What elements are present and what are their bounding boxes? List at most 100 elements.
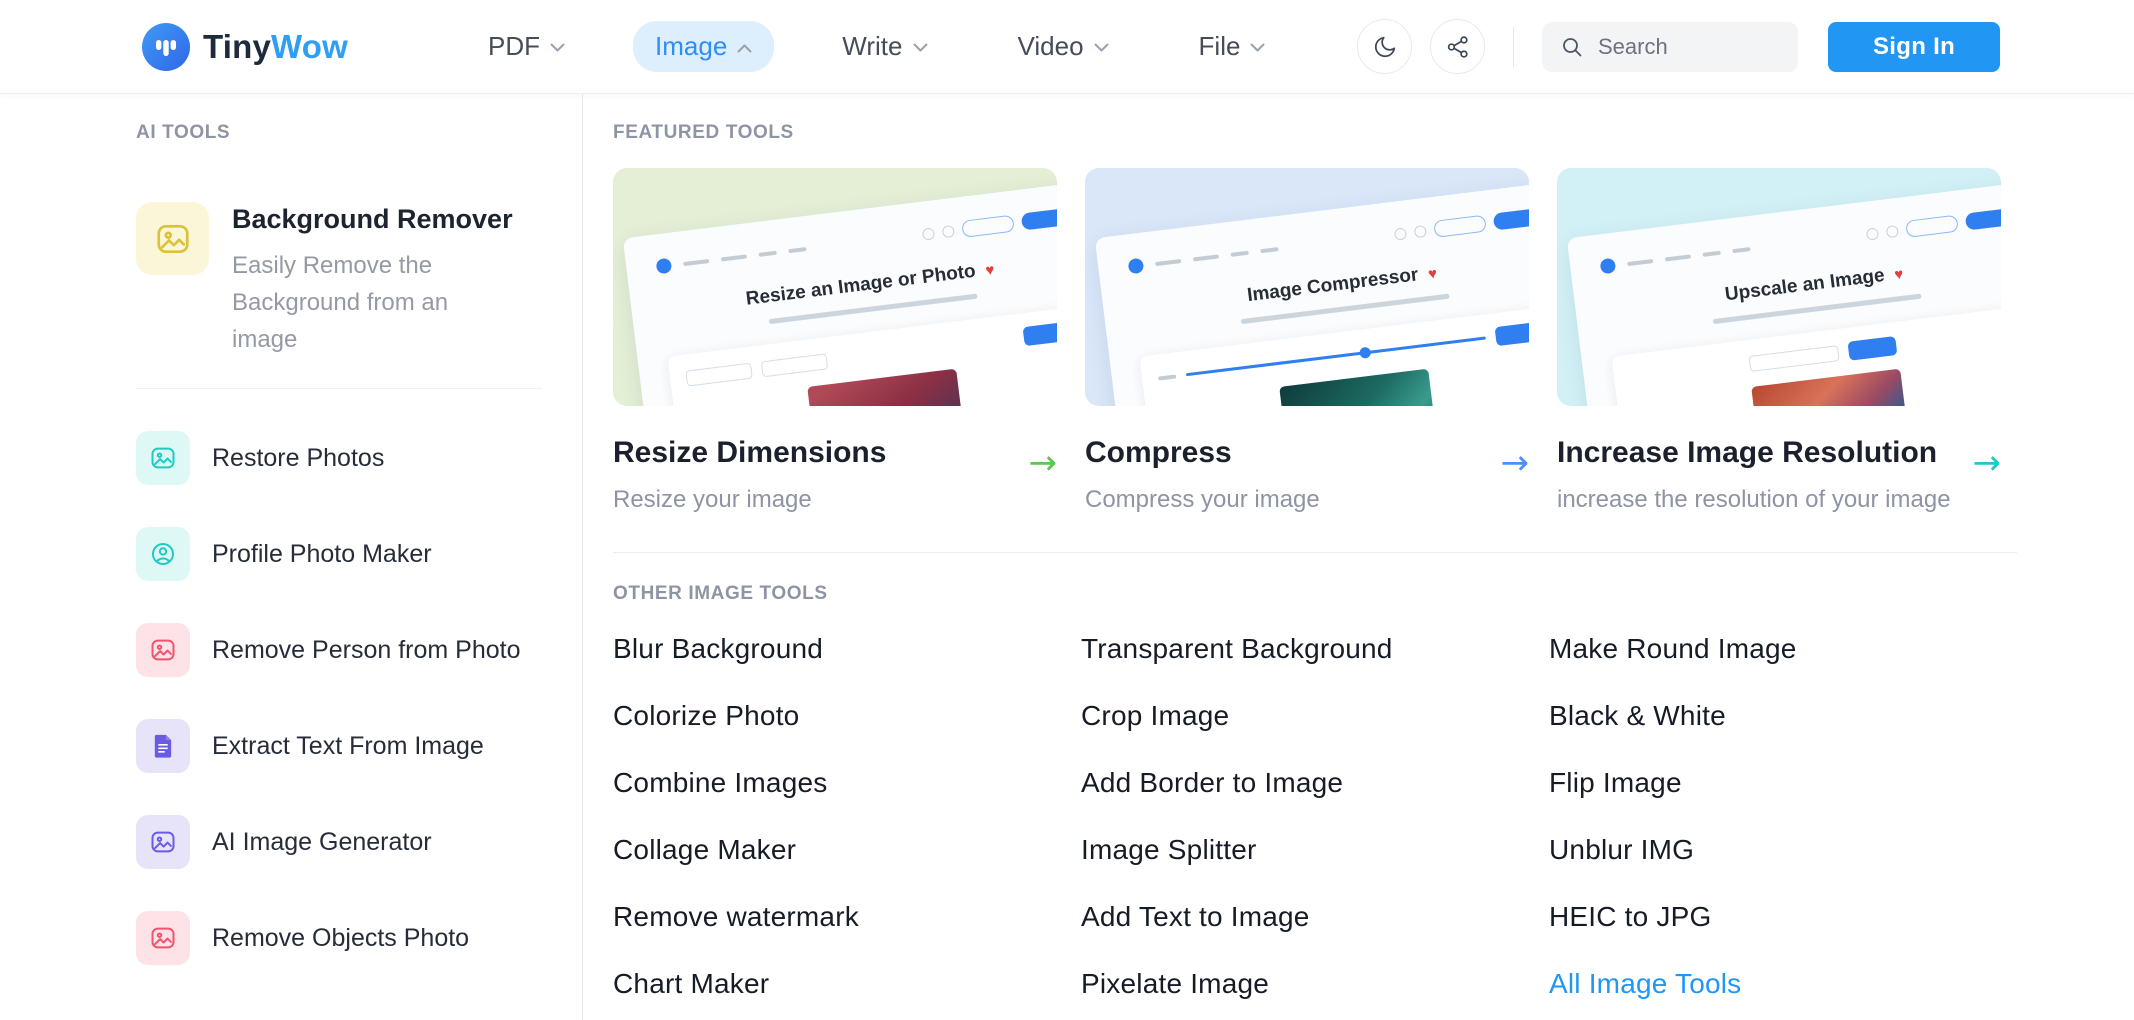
heart-icon: ♥	[1427, 265, 1438, 283]
tool-link-heic-to-jpg[interactable]: HEIC to JPG	[1549, 901, 2017, 968]
sidebar-item-ai-image-generator[interactable]: AI Image Generator	[136, 815, 542, 869]
tinywow-logo-icon	[142, 23, 190, 71]
sidebar-item-restore-photos[interactable]: Restore Photos	[136, 431, 542, 485]
section-divider	[613, 552, 2017, 553]
sidebar-item-remove-objects-photo[interactable]: Remove Objects Photo	[136, 911, 542, 965]
image-icon	[136, 431, 190, 485]
tool-link-add-border-to-image[interactable]: Add Border to Image	[1081, 767, 1549, 834]
top-header: TinyWow PDF Image Write Video File	[0, 0, 2134, 94]
brand-logo-link[interactable]: TinyWow	[142, 23, 348, 71]
chevron-down-icon	[550, 43, 565, 53]
card-description: Resize your image	[613, 486, 886, 514]
header-divider	[1513, 27, 1514, 67]
image-icon	[136, 623, 190, 677]
tinywow-image-menu-page: TinyWow PDF Image Write Video File	[0, 0, 2134, 1020]
sidebar-item-label: Remove Person from Photo	[212, 636, 520, 665]
tool-link-blur-background[interactable]: Blur Background	[613, 633, 1081, 700]
nav-pdf[interactable]: PDF	[466, 21, 587, 72]
nav-image-label: Image	[655, 31, 727, 62]
chevron-up-icon	[737, 43, 752, 53]
tool-link-transparent-background[interactable]: Transparent Background	[1081, 633, 1549, 700]
other-image-tools-title: OTHER IMAGE TOOLS	[613, 583, 2017, 605]
featured-tools-title: FEATURED TOOLS	[613, 122, 2017, 144]
mini-logo-icon	[1128, 258, 1145, 275]
card-title: Increase Image Resolution	[1557, 436, 1951, 470]
compress-tool-thumbnail: Image Compressor♥	[1085, 168, 1529, 406]
header-actions: Sign In	[1357, 19, 2000, 74]
tool-link-chart-maker[interactable]: Chart Maker	[613, 968, 1081, 1020]
image-icon	[136, 911, 190, 965]
featured-card-compress[interactable]: Image Compressor♥	[1085, 168, 1529, 514]
sign-in-button[interactable]: Sign In	[1828, 22, 2000, 72]
tool-link-pixelate-image[interactable]: Pixelate Image	[1081, 968, 1549, 1020]
tool-link-unblur-img[interactable]: Unblur IMG	[1549, 834, 2017, 901]
other-tools-grid: Blur Background Transparent Background M…	[613, 633, 2017, 1020]
arrow-right-icon: →	[1973, 446, 2002, 480]
image-icon	[136, 815, 190, 869]
nav-video[interactable]: Video	[996, 21, 1131, 72]
nav-file-label: File	[1199, 31, 1241, 62]
nav-pdf-label: PDF	[488, 31, 540, 62]
card-title: Resize Dimensions	[613, 436, 886, 470]
document-icon	[136, 719, 190, 773]
primary-nav: PDF Image Write Video File	[466, 21, 1287, 72]
nav-write[interactable]: Write	[820, 21, 949, 72]
sidebar-item-profile-photo-maker[interactable]: Profile Photo Maker	[136, 527, 542, 581]
arrow-right-icon: →	[1029, 446, 1058, 480]
nav-image[interactable]: Image	[633, 21, 774, 72]
sidebar-item-extract-text-from-image[interactable]: Extract Text From Image	[136, 719, 542, 773]
tool-link-all-image-tools[interactable]: All Image Tools	[1549, 968, 2017, 1020]
tool-link-crop-image[interactable]: Crop Image	[1081, 700, 1549, 767]
featured-tool-description: Easily Remove the Background from an ima…	[232, 247, 502, 358]
arrow-right-icon: →	[1501, 446, 1530, 480]
share-icon	[1445, 34, 1471, 60]
tool-link-flip-image[interactable]: Flip Image	[1549, 767, 2017, 834]
share-button[interactable]	[1430, 19, 1485, 74]
tool-link-colorize-photo[interactable]: Colorize Photo	[613, 700, 1081, 767]
card-title: Compress	[1085, 436, 1320, 470]
sidebar-item-label: Restore Photos	[212, 444, 384, 473]
image-tools-panel: FEATURED TOOLS	[583, 94, 2134, 1020]
nav-file[interactable]: File	[1177, 21, 1288, 72]
featured-tool-title: Background Remover	[232, 204, 513, 235]
search-icon	[1560, 35, 1584, 59]
search-box[interactable]	[1542, 22, 1798, 72]
nav-video-label: Video	[1018, 31, 1084, 62]
mini-logo-icon	[656, 258, 673, 275]
tool-link-remove-watermark[interactable]: Remove watermark	[613, 901, 1081, 968]
sidebar-item-label: Extract Text From Image	[212, 732, 484, 761]
search-input[interactable]	[1598, 34, 1758, 60]
theme-toggle-button[interactable]	[1357, 19, 1412, 74]
heart-icon: ♥	[1894, 266, 1905, 284]
sample-image	[1751, 369, 1918, 406]
chevron-down-icon	[913, 43, 928, 53]
sample-image	[1279, 369, 1446, 406]
tool-link-make-round-image[interactable]: Make Round Image	[1549, 633, 2017, 700]
card-description: Compress your image	[1085, 486, 1320, 514]
featured-card-increase-image-resolution[interactable]: Upscale an Image♥	[1557, 168, 2001, 514]
tool-link-collage-maker[interactable]: Collage Maker	[613, 834, 1081, 901]
tool-link-combine-images[interactable]: Combine Images	[613, 767, 1081, 834]
sidebar-item-label: Profile Photo Maker	[212, 540, 432, 569]
ai-tools-sidebar: AI TOOLS Background Remover Easily Remov…	[0, 94, 583, 1020]
sidebar-item-background-remover[interactable]: Background Remover Easily Remove the Bac…	[136, 202, 542, 358]
resize-tool-thumbnail: Resize an Image or Photo♥	[613, 168, 1057, 406]
sidebar-item-remove-person-from-photo[interactable]: Remove Person from Photo	[136, 623, 542, 677]
chevron-down-icon	[1094, 43, 1109, 53]
sample-image	[807, 369, 974, 406]
brand-name: TinyWow	[203, 28, 348, 66]
chevron-down-icon	[1250, 43, 1265, 53]
card-description: increase the resolution of your image	[1557, 486, 1951, 514]
moon-icon	[1372, 34, 1398, 60]
sidebar-divider	[136, 388, 542, 389]
heart-icon: ♥	[985, 262, 996, 280]
upscale-tool-thumbnail: Upscale an Image♥	[1557, 168, 2001, 406]
tool-link-image-splitter[interactable]: Image Splitter	[1081, 834, 1549, 901]
nav-write-label: Write	[842, 31, 902, 62]
tool-link-add-text-to-image[interactable]: Add Text to Image	[1081, 901, 1549, 968]
image-icon	[136, 202, 209, 275]
sidebar-section-title: AI TOOLS	[136, 122, 542, 144]
mini-logo-icon	[1600, 258, 1617, 275]
tool-link-black-and-white[interactable]: Black & White	[1549, 700, 2017, 767]
featured-card-resize-dimensions[interactable]: Resize an Image or Photo♥	[613, 168, 1057, 514]
